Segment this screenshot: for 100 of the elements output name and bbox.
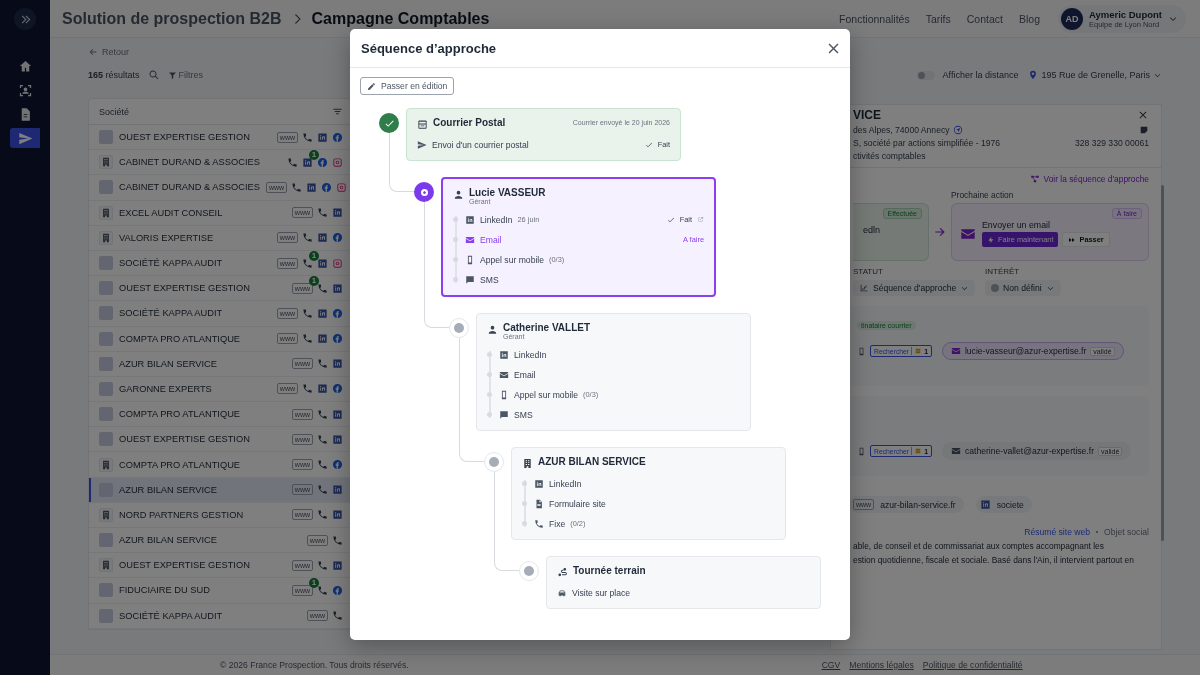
phone-icon[interactable] bbox=[302, 383, 313, 395]
phone-icon[interactable] bbox=[291, 181, 303, 193]
paper-plane-icon bbox=[17, 130, 33, 146]
document-icon bbox=[534, 498, 544, 509]
search-button[interactable] bbox=[147, 69, 160, 81]
phone-icon[interactable] bbox=[302, 131, 313, 143]
facebook-icon[interactable] bbox=[332, 333, 343, 345]
address-dropdown[interactable]: 195 Rue de Grenelle, Paris bbox=[1028, 70, 1162, 80]
phone-icon[interactable] bbox=[317, 282, 328, 294]
linkedin-icon bbox=[465, 214, 475, 225]
linkedin-icon[interactable] bbox=[317, 131, 328, 143]
user-name: Aymeric Dupont bbox=[1088, 8, 1162, 20]
instagram-icon[interactable] bbox=[332, 156, 343, 168]
result-count: 165 résultats bbox=[88, 70, 140, 80]
linkedin-icon[interactable] bbox=[317, 383, 328, 395]
navigation-icon[interactable] bbox=[952, 125, 963, 135]
count-badge: 1 bbox=[309, 577, 319, 588]
close-button[interactable] bbox=[1137, 109, 1149, 121]
linkedin-link[interactable]: societe bbox=[975, 496, 1032, 513]
linkedin-icon[interactable] bbox=[302, 156, 313, 168]
toggle-switch[interactable] bbox=[916, 70, 935, 80]
facebook-icon[interactable] bbox=[332, 307, 343, 319]
summary-tab[interactable]: Résumé site web bbox=[1024, 527, 1091, 537]
expand-button[interactable] bbox=[14, 8, 36, 30]
filter-button[interactable]: Filtres bbox=[167, 70, 204, 80]
phone-icon[interactable] bbox=[332, 534, 343, 546]
facebook-icon[interactable] bbox=[332, 232, 343, 244]
scrollbar[interactable] bbox=[1161, 185, 1164, 541]
linkedin-icon[interactable] bbox=[332, 559, 343, 571]
interest-dropdown[interactable]: Non défini bbox=[985, 280, 1061, 296]
note-icon[interactable] bbox=[1139, 125, 1149, 135]
phone-icon[interactable] bbox=[317, 408, 328, 420]
mobile-phone-icon bbox=[857, 346, 866, 356]
company-name: AZUR BILAN SERVICE bbox=[119, 358, 218, 369]
phone-icon[interactable] bbox=[317, 358, 328, 370]
sort-button[interactable] bbox=[332, 106, 343, 117]
instagram-icon[interactable] bbox=[336, 181, 348, 193]
nav-link[interactable]: Fonctionnalités bbox=[839, 12, 910, 25]
linkedin-icon[interactable] bbox=[332, 207, 343, 219]
phone-icon[interactable] bbox=[317, 459, 328, 471]
linkedin-icon[interactable] bbox=[317, 257, 328, 269]
chat-bubble-icon bbox=[465, 274, 475, 285]
phone-icon[interactable] bbox=[317, 584, 328, 596]
phone-icon[interactable] bbox=[302, 307, 313, 319]
phone-icon[interactable] bbox=[302, 232, 313, 244]
linkedin-icon[interactable] bbox=[332, 358, 343, 370]
edit-mode-button[interactable]: Passer en édition bbox=[360, 77, 455, 95]
nav-link[interactable]: Tarifs bbox=[925, 12, 951, 25]
phone-icon[interactable] bbox=[317, 509, 328, 521]
facebook-icon[interactable] bbox=[321, 181, 333, 193]
facebook-icon[interactable] bbox=[332, 131, 343, 143]
count-badge: 1 bbox=[309, 149, 319, 160]
coins-icon bbox=[914, 347, 923, 355]
linkedin-icon[interactable] bbox=[332, 484, 343, 496]
phone-icon[interactable] bbox=[317, 433, 328, 445]
breadcrumb-link[interactable]: Solution de prospection B2B bbox=[62, 9, 282, 28]
action-label: SMS bbox=[480, 274, 499, 285]
footer-link[interactable]: Mentions légales bbox=[849, 660, 914, 670]
back-link[interactable]: Retour bbox=[88, 43, 129, 61]
linkedin-icon[interactable] bbox=[332, 408, 343, 420]
phone-icon[interactable] bbox=[302, 257, 313, 269]
instagram-icon[interactable] bbox=[332, 257, 343, 269]
facebook-icon[interactable] bbox=[317, 156, 328, 168]
nodes-icon bbox=[1029, 174, 1040, 184]
nav-link[interactable]: Blog bbox=[1018, 12, 1040, 25]
status-dropdown[interactable]: Séquence d'approche bbox=[853, 280, 976, 296]
company-name: SOCIÉTÉ KAPPA AUDIT bbox=[119, 610, 224, 621]
company-row[interactable]: CABINET DURAND & ASSOCIES 1 bbox=[89, 150, 351, 176]
linkedin-icon bbox=[499, 349, 509, 360]
nav-link[interactable]: Contact bbox=[966, 12, 1003, 25]
dialog-title: Séquence d’approche bbox=[361, 40, 497, 56]
sequence-link[interactable]: Voir la séquence d'approche bbox=[1029, 174, 1149, 184]
footer-link[interactable]: CGV bbox=[821, 660, 841, 670]
linkedin-icon[interactable] bbox=[332, 509, 343, 521]
footer-link[interactable]: Politique de confidentialité bbox=[922, 660, 1023, 670]
phone-icon[interactable] bbox=[317, 559, 328, 571]
facebook-icon[interactable] bbox=[332, 584, 343, 596]
lightning-icon bbox=[987, 235, 995, 244]
phone-icon[interactable] bbox=[332, 610, 343, 622]
action-label: LinkedIn bbox=[514, 349, 547, 360]
linkedin-icon[interactable] bbox=[306, 181, 318, 193]
phone-icon[interactable] bbox=[287, 156, 298, 168]
toggle-label: Afficher la distance bbox=[942, 70, 1019, 80]
linkedin-icon[interactable] bbox=[317, 333, 328, 345]
company-name: OUEST EXPERTISE GESTION bbox=[119, 283, 251, 294]
action-label: edln bbox=[863, 225, 880, 235]
phone-icon[interactable] bbox=[317, 484, 328, 496]
linkedin-icon[interactable] bbox=[317, 232, 328, 244]
linkedin-icon[interactable] bbox=[332, 282, 343, 294]
mobile-phone-icon bbox=[857, 446, 866, 456]
person-icon bbox=[487, 324, 498, 335]
facebook-icon[interactable] bbox=[332, 459, 343, 471]
facebook-icon[interactable] bbox=[332, 383, 343, 395]
sidebar-item[interactable] bbox=[10, 128, 40, 148]
phone-icon[interactable] bbox=[317, 207, 328, 219]
linkedin-icon[interactable] bbox=[332, 433, 343, 445]
linkedin-icon[interactable] bbox=[317, 307, 328, 319]
next-action-label: Prochaine action bbox=[951, 190, 1015, 200]
phone-icon[interactable] bbox=[302, 333, 313, 345]
summary-tab[interactable]: Objet social bbox=[1104, 527, 1149, 537]
